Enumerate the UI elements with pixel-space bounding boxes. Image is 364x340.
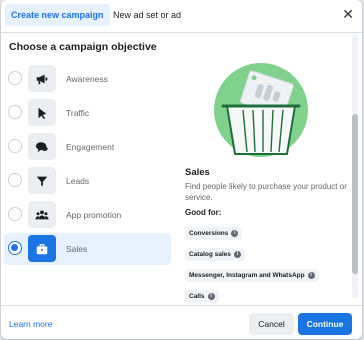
megaphone-icon — [28, 65, 56, 92]
chip-label: Messenger, Instagram and WhatsApp — [189, 272, 305, 279]
good-for-label: Good for: — [185, 208, 222, 217]
info-icon[interactable]: i — [207, 293, 215, 300]
learn-more-link[interactable]: Learn more — [9, 319, 52, 329]
radio-button[interactable] — [8, 207, 22, 221]
objective-title: Sales — [185, 167, 210, 178]
chip-catalog-sales: Catalog sales i — [185, 248, 245, 261]
chip-label: Conversions — [189, 230, 229, 237]
option-traffic[interactable]: Traffic — [4, 97, 171, 129]
info-icon[interactable]: i — [233, 251, 241, 258]
radio-button-selected[interactable] — [8, 241, 22, 255]
people-icon — [28, 201, 56, 228]
funnel-icon — [28, 167, 56, 194]
info-icon[interactable]: i — [231, 230, 239, 237]
briefcase-icon — [28, 235, 56, 262]
option-label: Leads — [66, 176, 90, 186]
radio-button[interactable] — [8, 71, 22, 85]
option-leads[interactable]: Leads — [4, 165, 171, 197]
tab-bar: Create new campaign New ad set or ad ✕ — [1, 0, 362, 33]
dialog-footer: Learn more Cancel Continue — [1, 305, 362, 339]
option-label: Engagement — [66, 142, 115, 152]
option-app-promotion[interactable]: App promotion — [4, 199, 171, 231]
tab-new-ad-set-or-ad[interactable]: New ad set or ad — [108, 4, 186, 26]
tab-create-new-campaign[interactable]: Create new campaign — [5, 4, 110, 26]
continue-button[interactable]: Continue — [298, 313, 352, 335]
objective-heading: Choose a campaign objective — [9, 41, 157, 53]
option-label: App promotion — [66, 210, 122, 220]
cursor-icon — [28, 99, 56, 126]
option-label: Awareness — [66, 74, 108, 84]
info-icon[interactable]: i — [307, 272, 315, 279]
speech-bubbles-icon — [28, 133, 56, 160]
cancel-button[interactable]: Cancel — [249, 313, 294, 335]
radio-button[interactable] — [8, 173, 22, 187]
good-for-chips: Conversions i Catalog sales i Messenger, I… — [185, 222, 355, 306]
scrollbar-thumb[interactable] — [352, 114, 358, 274]
chip-calls: Calls i — [185, 290, 219, 303]
close-icon[interactable]: ✕ — [342, 5, 354, 23]
radio-button[interactable] — [8, 105, 22, 119]
chip-label: Calls — [189, 293, 205, 300]
objective-description: Find people likely to purchase your prod… — [185, 182, 347, 202]
chip-label: Catalog sales — [189, 251, 231, 258]
chip-messenger-instagram-whatsapp: Messenger, Instagram and WhatsApp i — [185, 269, 319, 282]
option-sales[interactable]: Sales — [4, 233, 171, 265]
chip-conversions: Conversions i — [185, 227, 243, 240]
radio-button[interactable] — [8, 139, 22, 153]
campaign-dialog: Create new campaign New ad set or ad ✕ C… — [1, 0, 362, 339]
option-label: Traffic — [66, 108, 90, 118]
option-awareness[interactable]: Awareness — [4, 63, 171, 95]
option-engagement[interactable]: Engagement — [4, 131, 171, 163]
option-label: Sales — [66, 244, 88, 254]
shopping-basket-illustration — [214, 63, 308, 157]
